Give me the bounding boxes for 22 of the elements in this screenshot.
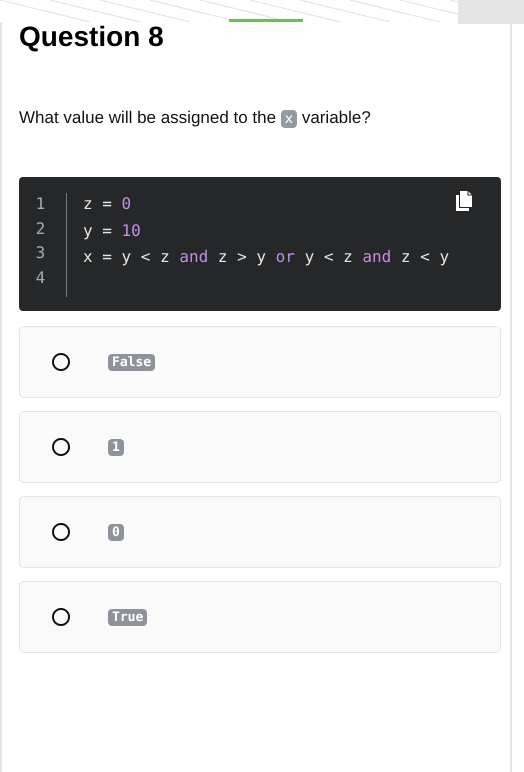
radio-button[interactable] [52,353,70,371]
radio-button[interactable] [52,438,70,456]
answer-label: True [108,608,148,626]
answer-option[interactable]: True [19,581,501,653]
answer-option[interactable]: False [19,326,501,398]
answer-label: 1 [108,438,124,456]
answer-label: 0 [108,524,124,540]
question-title: Question 8 [19,22,165,52]
radio-button[interactable] [52,608,70,626]
line-number: 1 [34,193,46,215]
answer-option[interactable]: 0 [19,496,501,568]
code-line: z = 0 [83,194,132,213]
radio-button[interactable] [52,523,70,541]
code-line: y = 10 [83,220,141,240]
copy-icon[interactable] [455,190,473,212]
code-line: x = y < z and z > y or y < z and z < y [83,247,450,266]
answer-label: False [108,354,156,370]
line-number: 4 [34,266,46,288]
line-number: 3 [34,242,46,264]
question-text: What value will be assigned to the x variable? [19,107,372,130]
answer-option[interactable]: 1 [19,411,501,483]
line-number: 2 [34,218,46,240]
